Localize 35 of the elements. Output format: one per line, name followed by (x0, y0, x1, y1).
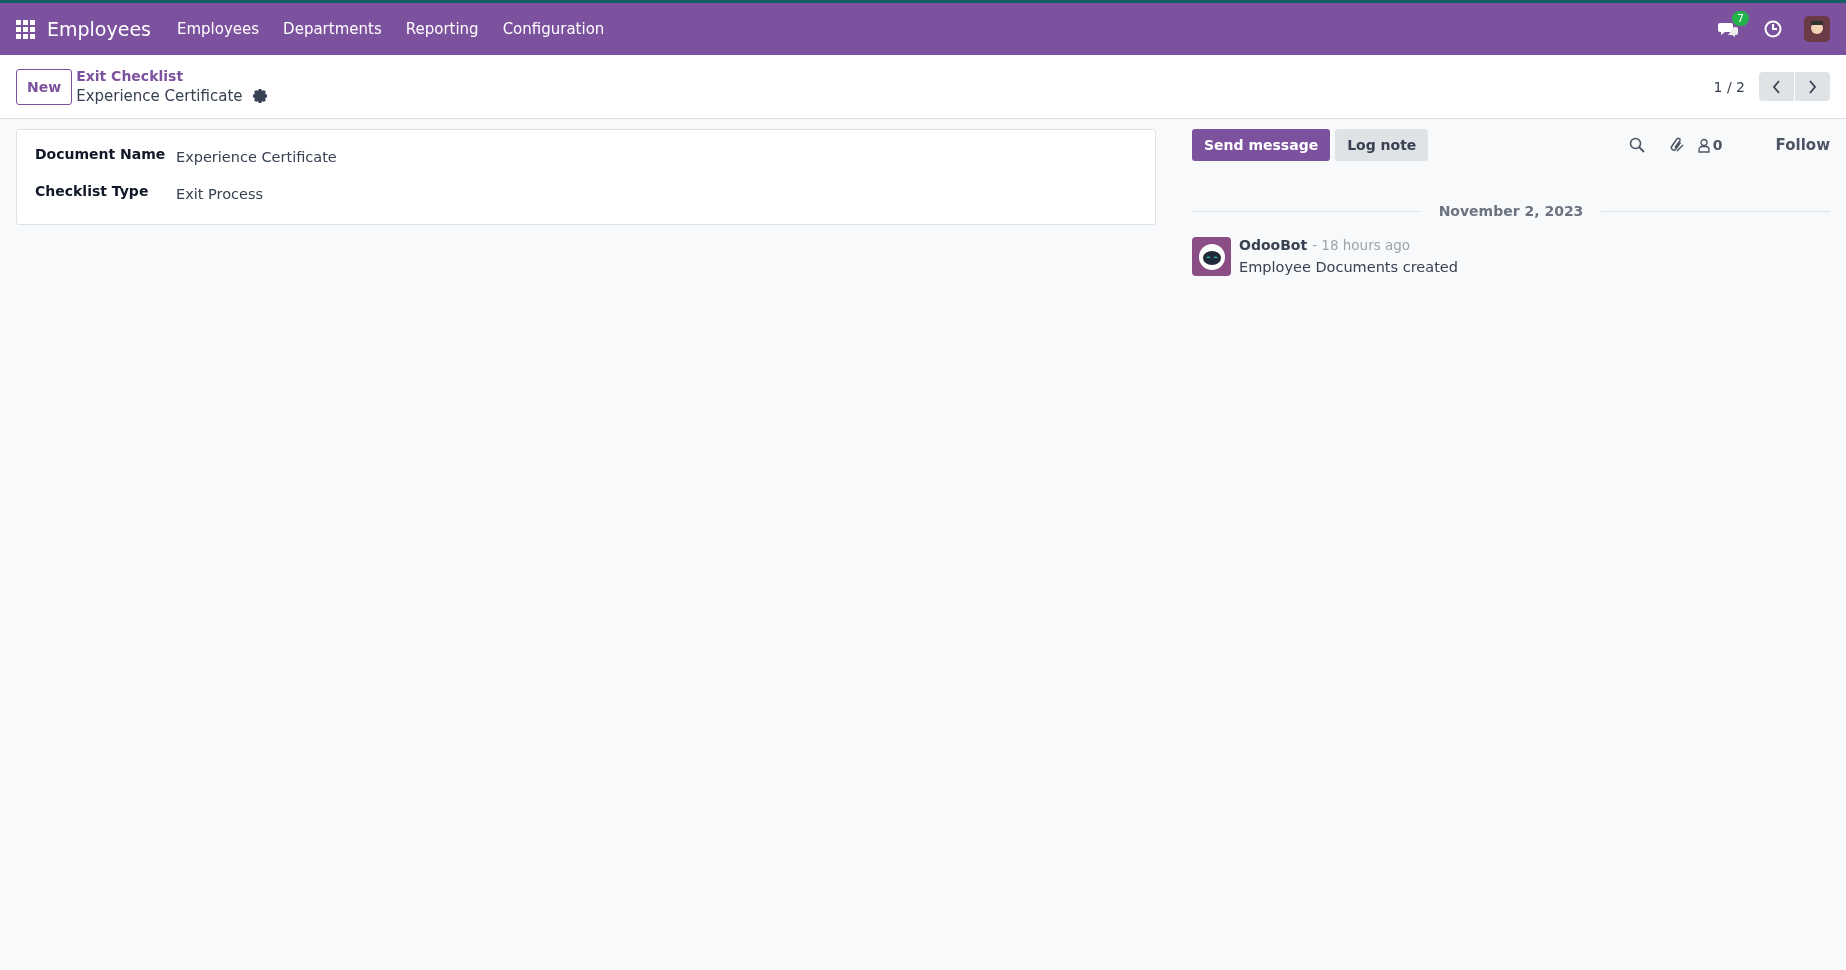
paperclip-icon[interactable] (1668, 137, 1685, 153)
record-title: Experience Certificate (76, 87, 243, 105)
message-author: OdooBot (1239, 237, 1308, 253)
user-avatar[interactable] (1804, 16, 1830, 42)
followers-button[interactable]: 0 (1697, 137, 1723, 153)
send-message-button[interactable]: Send message (1192, 129, 1331, 161)
message-body: Employee Documents created (1239, 259, 1458, 275)
message-time: - 18 hours ago (1312, 237, 1411, 253)
chat-bubbles-icon[interactable] (1718, 20, 1738, 38)
message-count-badge: 7 (1732, 11, 1749, 26)
app-menu-icon[interactable] (16, 19, 35, 39)
field-label: Checklist Type (35, 183, 150, 201)
field-value[interactable]: Exit Process (176, 183, 1137, 202)
avatar-silhouette-icon (1809, 21, 1825, 37)
follow-button[interactable]: Follow (1775, 136, 1830, 154)
date-separator: November 2, 2023 (1438, 203, 1584, 219)
menu-item[interactable]: Reporting (395, 20, 489, 38)
previous-button[interactable] (1759, 72, 1794, 101)
pager-value: 1 / 2 (1713, 78, 1745, 95)
field-label: Document Name (35, 146, 167, 164)
chevron-left-icon (1770, 78, 1783, 95)
breadcrumb-link[interactable]: Exit Checklist (76, 68, 267, 84)
chevron-right-icon (1806, 78, 1819, 95)
settings-gear-icon[interactable] (252, 89, 267, 103)
menu-item[interactable]: Departments (273, 20, 392, 38)
next-button[interactable] (1795, 72, 1830, 101)
menu-item[interactable]: Employees (167, 20, 270, 38)
log-note-button[interactable]: Log note (1335, 129, 1429, 161)
new-button[interactable]: New (16, 68, 73, 105)
search-icon[interactable] (1628, 137, 1645, 153)
menu-item[interactable]: Configuration (492, 20, 615, 38)
field-value[interactable]: Experience Certificate (176, 146, 1137, 165)
clock-icon[interactable] (1764, 20, 1782, 38)
person-icon (1697, 137, 1710, 153)
app-name[interactable]: Employees (47, 18, 151, 40)
